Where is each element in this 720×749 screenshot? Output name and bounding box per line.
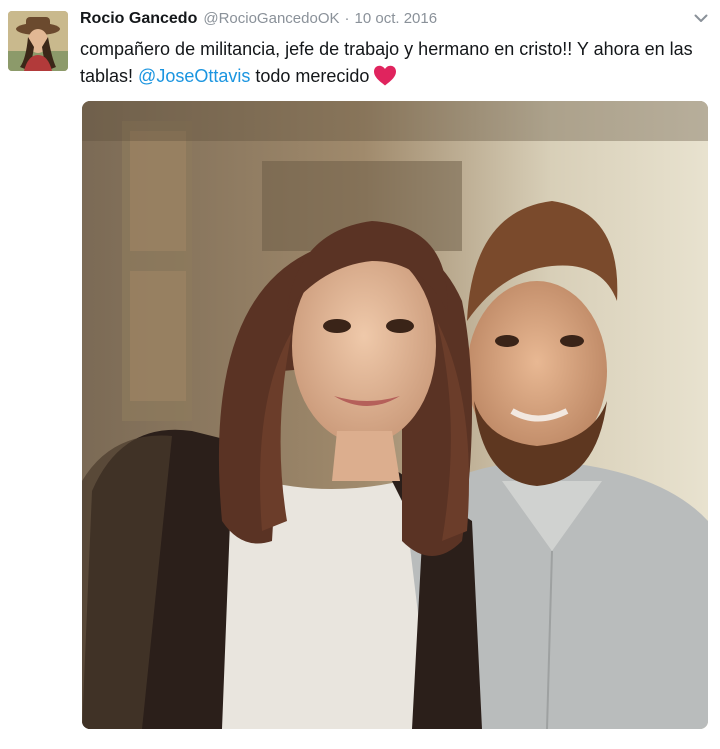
mention-link[interactable]: @JoseOttavis: [138, 66, 250, 86]
tweet-photo[interactable]: [82, 101, 708, 729]
chevron-down-icon[interactable]: [688, 8, 714, 28]
header-separator: ·: [344, 10, 350, 27]
tweet-card[interactable]: Rocio Gancedo @RocioGancedoOK · 10 oct. …: [0, 0, 720, 749]
avatar[interactable]: [8, 11, 68, 71]
tweet-header: Rocio Gancedo @RocioGancedoOK · 10 oct. …: [80, 10, 437, 32]
tweet-text-part2: todo merecido: [250, 66, 370, 86]
tweet-text: compañero de militancia, jefe de trabajo…: [80, 36, 712, 94]
heart-icon: [373, 65, 397, 94]
author-handle[interactable]: @RocioGancedoOK: [203, 10, 339, 27]
tweet-timestamp[interactable]: 10 oct. 2016: [355, 10, 438, 27]
author-name[interactable]: Rocio Gancedo: [80, 10, 197, 28]
